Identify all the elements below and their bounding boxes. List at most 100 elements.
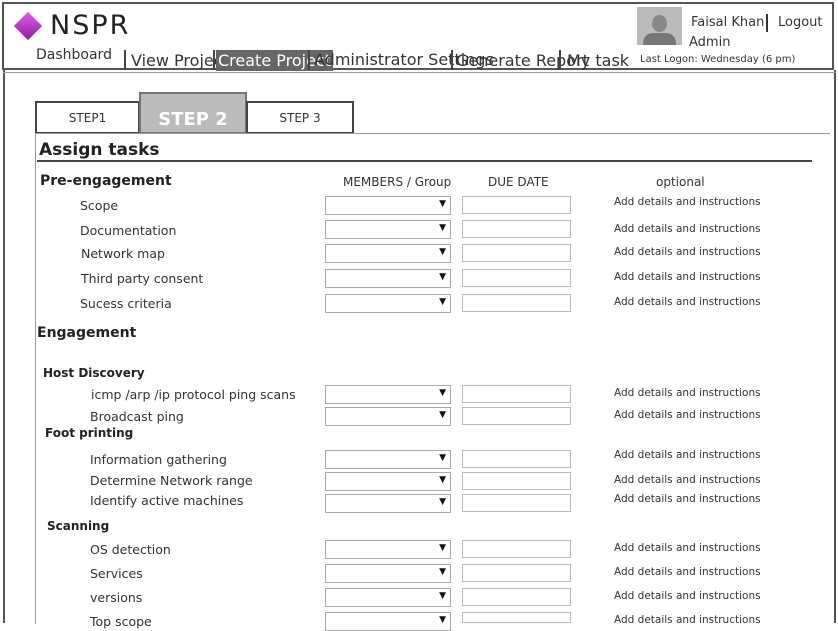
due-date-input[interactable] bbox=[462, 612, 571, 623]
user-avatar[interactable] bbox=[637, 7, 682, 45]
due-date-input[interactable] bbox=[462, 244, 571, 262]
task-label: versions bbox=[90, 590, 143, 605]
add-details-link[interactable]: Add details and instructions bbox=[614, 614, 761, 626]
task-label: Identify active machines bbox=[90, 493, 244, 508]
subsection-scanning: Scanning bbox=[47, 519, 110, 533]
due-date-input[interactable] bbox=[462, 564, 571, 582]
due-date-input[interactable] bbox=[462, 220, 571, 238]
add-details-link[interactable]: Add details and instructions bbox=[614, 296, 761, 308]
col-due-date: DUE DATE bbox=[488, 175, 549, 189]
frame-border-top bbox=[3, 72, 836, 73]
dropdown-arrow-icon: ▼ bbox=[439, 543, 446, 553]
task-label: Information gathering bbox=[90, 452, 227, 467]
members-select[interactable]: ▼ bbox=[325, 385, 451, 404]
due-date-input[interactable] bbox=[462, 588, 571, 606]
members-select[interactable]: ▼ bbox=[325, 407, 451, 426]
dropdown-arrow-icon: ▼ bbox=[439, 591, 446, 601]
task-label: icmp /arp /ip protocol ping scans bbox=[91, 387, 296, 402]
due-date-input[interactable] bbox=[462, 269, 571, 287]
nav-dashboard[interactable]: Dashboard bbox=[36, 47, 112, 63]
add-details-link[interactable]: Add details and instructions bbox=[614, 590, 761, 602]
add-details-link[interactable]: Add details and instructions bbox=[614, 542, 761, 554]
section-pre-engagement: Pre-engagement bbox=[40, 173, 172, 189]
task-label: Documentation bbox=[80, 223, 177, 238]
members-select[interactable]: ▼ bbox=[325, 294, 451, 313]
members-select[interactable]: ▼ bbox=[325, 564, 451, 583]
nav-separator bbox=[451, 50, 453, 70]
due-date-input[interactable] bbox=[462, 196, 571, 214]
members-select[interactable]: ▼ bbox=[325, 269, 451, 288]
avatar-body-shape bbox=[643, 33, 676, 45]
user-separator bbox=[766, 14, 768, 32]
subsection-foot-printing: Foot printing bbox=[45, 426, 134, 440]
tab-step-2[interactable]: STEP 2 bbox=[139, 92, 247, 134]
members-select[interactable]: ▼ bbox=[325, 196, 451, 215]
add-details-link[interactable]: Add details and instructions bbox=[614, 474, 761, 486]
tab-step-1[interactable]: STEP1 bbox=[35, 101, 140, 134]
nav-separator bbox=[308, 50, 310, 70]
task-label: Top scope bbox=[90, 614, 152, 629]
members-select[interactable]: ▼ bbox=[325, 494, 451, 513]
dropdown-arrow-icon: ▼ bbox=[439, 388, 446, 398]
due-date-input[interactable] bbox=[462, 385, 571, 403]
due-date-input[interactable] bbox=[462, 472, 571, 490]
app-header: NSPR Dashboard View Projects Create Proj… bbox=[2, 2, 834, 71]
add-details-link[interactable]: Add details and instructions bbox=[614, 196, 761, 208]
nav-separator bbox=[213, 50, 215, 70]
members-select[interactable]: ▼ bbox=[325, 244, 451, 263]
dropdown-arrow-icon: ▼ bbox=[439, 615, 446, 625]
dropdown-arrow-icon: ▼ bbox=[439, 297, 446, 307]
add-details-link[interactable]: Add details and instructions bbox=[614, 387, 761, 399]
dropdown-arrow-icon: ▼ bbox=[439, 247, 446, 257]
avatar-head-shape bbox=[652, 15, 667, 32]
add-details-link[interactable]: Add details and instructions bbox=[614, 409, 761, 421]
nav-separator bbox=[124, 50, 126, 70]
dropdown-arrow-icon: ▼ bbox=[439, 199, 446, 209]
tab-step-2-label: STEP 2 bbox=[158, 108, 228, 130]
members-select[interactable]: ▼ bbox=[325, 472, 451, 491]
members-select[interactable]: ▼ bbox=[325, 588, 451, 607]
task-label: Third party consent bbox=[81, 271, 204, 286]
col-members-group: MEMBERS / Group bbox=[343, 175, 452, 189]
tab-step-3[interactable]: STEP 3 bbox=[246, 101, 354, 134]
due-date-input[interactable] bbox=[462, 450, 571, 468]
logo-text: NSPR bbox=[50, 10, 131, 41]
due-date-input[interactable] bbox=[462, 294, 571, 312]
due-date-input[interactable] bbox=[462, 407, 571, 425]
task-label: Scope bbox=[80, 198, 119, 213]
last-logon: Last Logon: Wednesday (6 pm) bbox=[640, 54, 796, 65]
nav-my-task[interactable]: My task bbox=[567, 51, 629, 70]
task-label: Sucess criteria bbox=[80, 296, 172, 311]
task-label: Broadcast ping bbox=[90, 409, 184, 424]
due-date-input[interactable] bbox=[462, 494, 571, 512]
dropdown-arrow-icon: ▼ bbox=[439, 567, 446, 577]
members-select[interactable]: ▼ bbox=[325, 540, 451, 559]
dropdown-arrow-icon: ▼ bbox=[439, 475, 446, 485]
members-select[interactable]: ▼ bbox=[325, 220, 451, 239]
add-details-link[interactable]: Add details and instructions bbox=[614, 493, 761, 505]
add-details-link[interactable]: Add details and instructions bbox=[614, 223, 761, 235]
dropdown-arrow-icon: ▼ bbox=[439, 410, 446, 420]
logout-link[interactable]: Logout bbox=[778, 15, 823, 30]
frame-border-right bbox=[834, 70, 836, 623]
task-label: Determine Network range bbox=[90, 473, 253, 488]
add-details-link[interactable]: Add details and instructions bbox=[614, 449, 761, 461]
col-optional: optional bbox=[656, 175, 705, 189]
user-role: Admin bbox=[689, 35, 731, 50]
due-date-input[interactable] bbox=[462, 540, 571, 558]
add-details-link[interactable]: Add details and instructions bbox=[614, 271, 761, 283]
task-label: OS detection bbox=[90, 542, 171, 557]
members-select[interactable]: ▼ bbox=[325, 450, 451, 469]
tab-step-3-label: STEP 3 bbox=[279, 110, 321, 125]
app-logo[interactable]: NSPR bbox=[13, 10, 131, 41]
task-label: Services bbox=[90, 566, 143, 581]
logo-diamond-icon bbox=[13, 11, 43, 40]
add-details-link[interactable]: Add details and instructions bbox=[614, 246, 761, 258]
dropdown-arrow-icon: ▼ bbox=[439, 223, 446, 233]
dropdown-arrow-icon: ▼ bbox=[439, 453, 446, 463]
members-select[interactable]: ▼ bbox=[325, 612, 451, 631]
frame-border-left bbox=[3, 70, 5, 623]
dropdown-arrow-icon: ▼ bbox=[439, 272, 446, 282]
add-details-link[interactable]: Add details and instructions bbox=[614, 566, 761, 578]
dropdown-arrow-icon: ▼ bbox=[439, 497, 446, 507]
